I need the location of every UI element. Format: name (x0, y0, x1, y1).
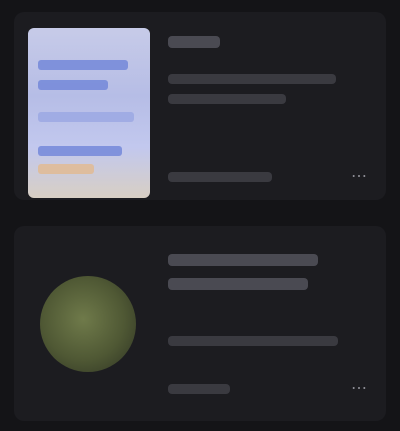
item-thumbnail[interactable] (40, 276, 136, 372)
subtitle-placeholder (168, 336, 338, 346)
subtitle-placeholder (168, 94, 286, 104)
thumbnail-line (38, 164, 94, 174)
list-item[interactable]: ⋯ (14, 12, 386, 200)
thumbnail-line (38, 112, 134, 122)
item-thumbnail[interactable] (28, 28, 150, 198)
media-list: ⋯ ⋯ (0, 0, 400, 431)
meta-placeholder (168, 384, 230, 394)
subtitle-placeholder (168, 74, 336, 84)
meta-placeholder (168, 172, 272, 182)
list-item[interactable]: ⋯ (14, 226, 386, 421)
thumbnail-line (38, 80, 108, 90)
more-options-button[interactable]: ⋯ (344, 378, 374, 400)
title-placeholder (168, 36, 220, 48)
title-placeholder (168, 278, 308, 290)
thumbnail-line (38, 60, 128, 70)
title-placeholder (168, 254, 318, 266)
more-options-button[interactable]: ⋯ (344, 166, 374, 188)
thumbnail-line (38, 146, 122, 156)
